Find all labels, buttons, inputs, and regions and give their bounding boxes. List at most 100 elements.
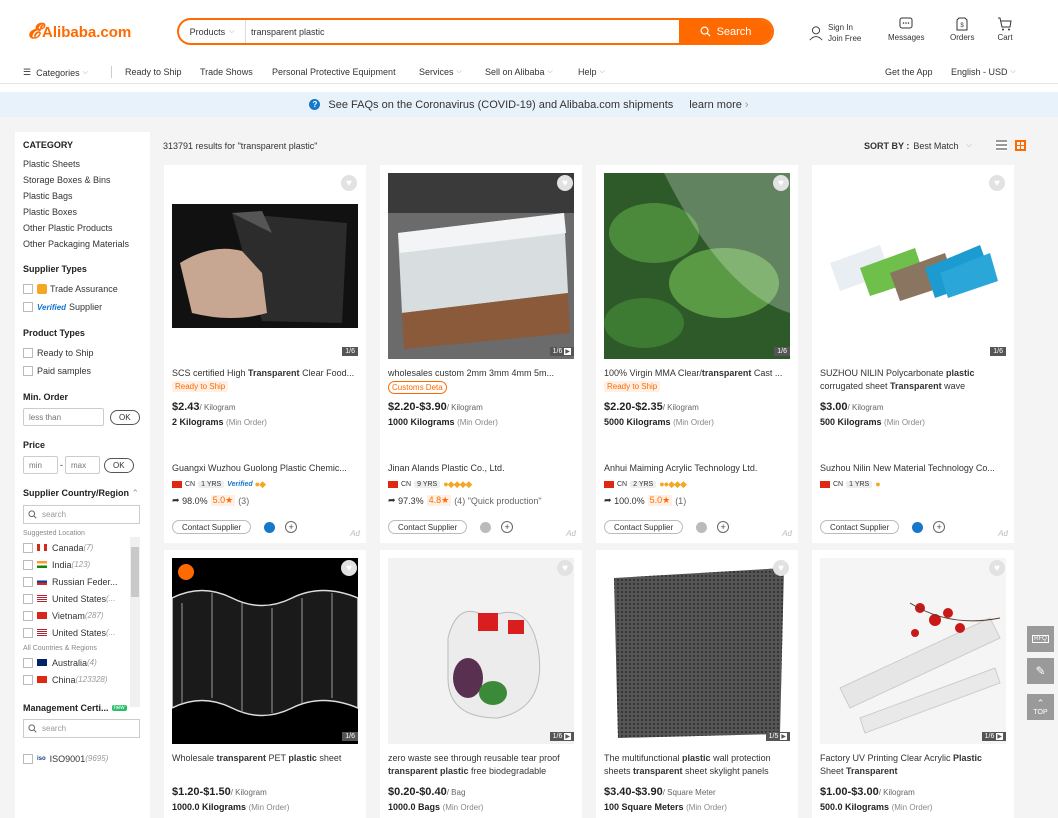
product-card[interactable]: ♥ 1/6 SUZHOU NILIN Polycarbonate plastic… <box>812 165 1014 543</box>
list-view-icon[interactable] <box>996 140 1007 151</box>
country-option-australia[interactable]: Australia (4) <box>23 654 142 671</box>
product-image[interactable] <box>388 558 574 744</box>
contact-supplier-button[interactable]: Contact Supplier <box>172 520 252 534</box>
nav-help[interactable]: Help ⌵ <box>578 67 605 77</box>
product-image[interactable] <box>172 558 358 744</box>
favorite-heart-icon[interactable]: ♥ <box>989 560 1005 576</box>
rfq-button[interactable]: RFQ <box>1027 626 1054 652</box>
search-input[interactable] <box>251 23 651 40</box>
nav-services[interactable]: Services ⌵ <box>419 67 462 77</box>
product-card[interactable]: ♥ 1/6 SCS certified High Transparent Cle… <box>164 165 366 543</box>
back-to-top-button[interactable]: ⌃ TOP <box>1027 694 1054 720</box>
country-option-us[interactable]: United States (... <box>23 590 142 607</box>
add-compare-icon[interactable]: + <box>501 521 514 533</box>
paid-samples-checkbox[interactable]: Paid samples <box>23 362 142 380</box>
country-option-russia[interactable]: Russian Feder... <box>23 573 142 590</box>
min-order-input[interactable] <box>23 408 104 426</box>
product-image[interactable] <box>604 558 790 744</box>
nav-ready-to-ship[interactable]: Ready to Ship <box>125 67 182 77</box>
min-order-ok-button[interactable]: OK <box>110 409 140 425</box>
supplier-name-link[interactable]: Anhui Maiming Acrylic Technology Ltd. <box>604 463 790 473</box>
feedback-button[interactable]: ✎ <box>1027 658 1054 684</box>
category-link[interactable]: Plastic Sheets <box>23 156 142 172</box>
checkbox[interactable] <box>23 348 33 358</box>
category-link[interactable]: Storage Boxes & Bins <box>23 172 142 188</box>
contact-supplier-button[interactable]: Contact Supplier <box>820 520 900 534</box>
country-option-vietnam[interactable]: Vietnam (287) <box>23 607 142 624</box>
contact-supplier-button[interactable]: Contact Supplier <box>604 520 684 534</box>
product-image[interactable] <box>820 173 1006 359</box>
checkbox[interactable] <box>23 753 33 764</box>
product-title[interactable]: zero waste see through reusable tear pro… <box>388 752 574 778</box>
ready-to-ship-checkbox[interactable]: Ready to Ship <box>23 344 142 362</box>
product-title[interactable]: SUZHOU NILIN Polycarbonate plastic corrug… <box>820 367 1006 393</box>
sign-in-link[interactable]: Sign In <box>828 22 853 33</box>
product-card[interactable]: ♥ 1/6 ▶ Factory UV Printing Clear Acrylic… <box>812 550 1014 818</box>
checkbox[interactable] <box>23 542 33 553</box>
cert-search-input[interactable]: search <box>23 719 140 738</box>
country-option-canada[interactable]: Canada (7) <box>23 539 142 556</box>
product-card[interactable]: ♥ 1/5 ▶ The multifunctional plastic wall … <box>596 550 798 818</box>
favorite-heart-icon[interactable]: ♥ <box>557 175 573 191</box>
country-heading[interactable]: Supplier Country/Region ⌃ <box>23 488 142 499</box>
favorite-heart-icon[interactable]: ♥ <box>773 560 789 576</box>
nav-language[interactable]: English - USD ⌵ <box>951 67 1016 77</box>
nav-trade-shows[interactable]: Trade Shows <box>200 67 253 77</box>
checkbox[interactable] <box>23 593 33 604</box>
supplier-name-link[interactable]: Suzhou Nilin New Material Technology Co.… <box>820 463 1006 473</box>
cart-button[interactable]: Cart <box>997 16 1013 46</box>
favorite-heart-icon[interactable]: ♥ <box>341 175 357 191</box>
favorite-heart-icon[interactable]: ♥ <box>341 560 357 576</box>
checkbox[interactable] <box>23 627 33 638</box>
sort-by-select[interactable]: SORT BY : Best Match ⌵ <box>864 141 972 151</box>
favorite-heart-icon[interactable]: ♥ <box>989 175 1005 191</box>
favorite-heart-icon[interactable]: ♥ <box>557 560 573 576</box>
product-image[interactable] <box>820 558 1006 744</box>
checkbox[interactable] <box>23 674 33 685</box>
country-search-input[interactable]: search <box>23 505 140 524</box>
product-image[interactable] <box>172 173 358 359</box>
checkbox[interactable] <box>23 284 33 294</box>
category-link[interactable]: Other Plastic Products <box>23 220 142 236</box>
trade-assurance-checkbox[interactable]: Trade Assurance <box>23 280 142 298</box>
supplier-name-link[interactable]: Guangxi Wuzhou Guolong Plastic Chemic... <box>172 463 358 473</box>
price-ok-button[interactable]: OK <box>104 457 134 473</box>
checkbox[interactable] <box>23 366 33 376</box>
add-compare-icon[interactable]: + <box>285 521 298 533</box>
nav-ppe[interactable]: Personal Protective Equipment <box>272 67 396 77</box>
price-max-input[interactable] <box>65 456 100 474</box>
search-category-select[interactable]: Products ⌵ <box>179 20 246 43</box>
product-title[interactable]: SCS certified High Transparent Clear Foo… <box>172 367 358 380</box>
country-option-india[interactable]: India (123) <box>23 556 142 573</box>
category-link[interactable]: Other Packaging Materials <box>23 236 142 252</box>
join-free-link[interactable]: Join Free <box>828 33 861 44</box>
sign-in-area[interactable]: Sign In Join Free <box>808 18 861 48</box>
cert-option-iso9001[interactable]: iso ISO9001 (9695) <box>23 750 142 767</box>
checkbox[interactable] <box>23 576 33 587</box>
country-option-us[interactable]: United States (... <box>23 624 142 641</box>
orders-button[interactable]: $ Orders <box>950 16 974 46</box>
product-title[interactable]: 100% Virgin MMA Clear/transparent Cast .… <box>604 367 790 380</box>
category-link[interactable]: Plastic Bags <box>23 188 142 204</box>
checkbox[interactable] <box>23 610 33 621</box>
product-card[interactable]: ♥ 1/6 100% Virgin MMA Clear/transparent … <box>596 165 798 543</box>
verified-supplier-checkbox[interactable]: Verified Supplier <box>23 298 142 316</box>
product-title[interactable]: The multifunctional plastic wall protect… <box>604 752 790 778</box>
grid-view-icon[interactable] <box>1015 140 1026 151</box>
product-card[interactable]: ♥ 1/6 Wholesale transparent PET plastic … <box>164 550 366 818</box>
country-option-china[interactable]: China (123328) <box>23 671 142 688</box>
learn-more-link[interactable]: learn more › <box>689 99 748 111</box>
product-title[interactable]: wholesales custom 2mm 3mm 4mm 5m... <box>388 367 574 380</box>
add-compare-icon[interactable]: + <box>933 521 946 533</box>
product-card[interactable]: ♥ 1/6 ▶ wholesales custom 2mm 3mm 4mm 5m.… <box>380 165 582 543</box>
nav-sell[interactable]: Sell on Alibaba ⌵ <box>485 67 553 77</box>
checkbox[interactable] <box>23 559 33 570</box>
checkbox[interactable] <box>23 302 33 312</box>
favorite-heart-icon[interactable]: ♥ <box>773 175 789 191</box>
contact-supplier-button[interactable]: Contact Supplier <box>388 520 468 534</box>
country-list-scroll-thumb[interactable] <box>131 547 139 597</box>
nav-get-app[interactable]: Get the App <box>885 67 933 77</box>
chat-icon[interactable] <box>912 521 924 533</box>
messages-button[interactable]: Messages <box>888 16 924 46</box>
product-title[interactable]: Factory UV Printing Clear Acrylic Plasti… <box>820 752 1006 778</box>
